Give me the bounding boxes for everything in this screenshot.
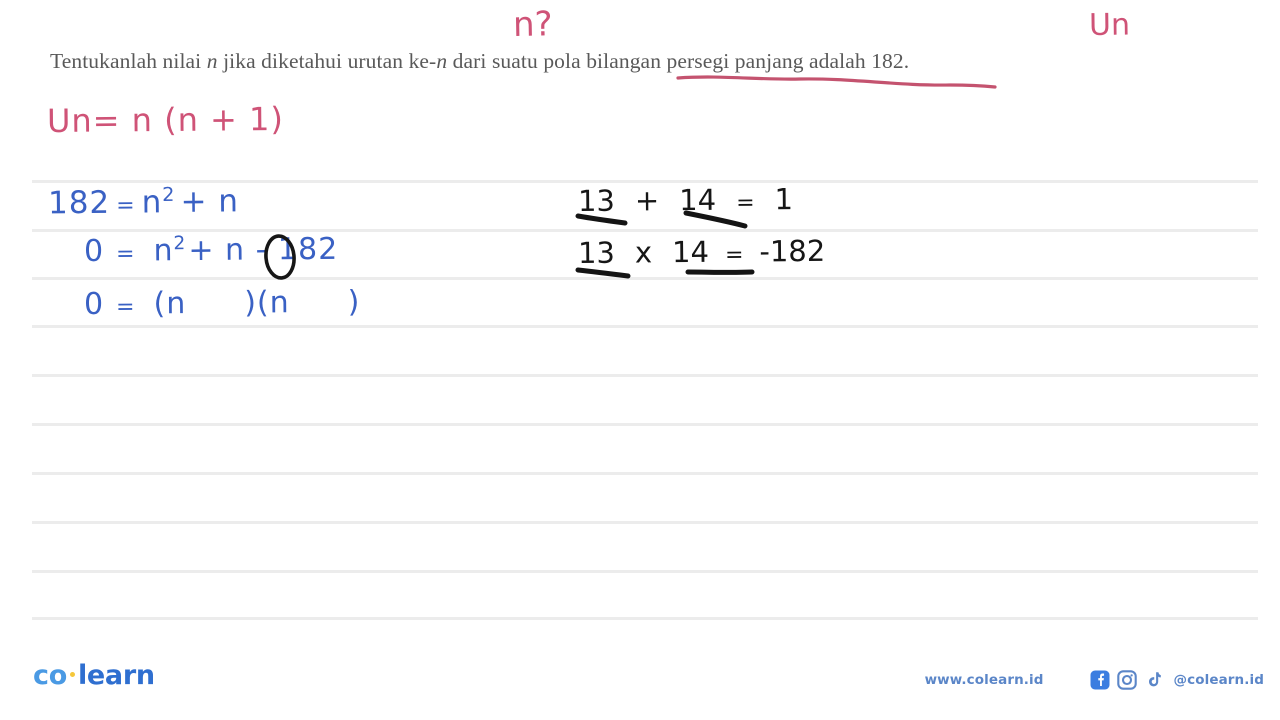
logo-text-co: co: [33, 660, 67, 691]
work-line-2: 0 = n2+ n - 182: [84, 232, 339, 269]
sum-operand-b: 14: [679, 182, 717, 218]
product-operand-b: 14: [671, 234, 710, 270]
work-line-2-lead: 0: [83, 233, 105, 269]
colearn-logo: co learn: [33, 662, 155, 689]
notebook-rule-line: [32, 521, 1258, 524]
question-variable-n-1: n: [206, 49, 218, 73]
work-line-2-equals: =: [116, 241, 136, 267]
work-line-2-rhs-tail: + n - 182: [188, 231, 339, 269]
work-line-1: 182 = n2 + n: [48, 182, 239, 221]
annotation-un-label: Un: [1088, 7, 1131, 43]
notebook-rule-line: [32, 617, 1258, 620]
notebook-rule-line: [32, 472, 1258, 475]
notebook-rule-line: [32, 277, 1258, 280]
sum-result: 1: [774, 182, 794, 217]
work-line-3-factor-1-close: ): [244, 285, 258, 321]
work-line-1-rhs-exponent: 2: [162, 182, 175, 207]
question-part-1: Tentukanlah nilai: [50, 49, 207, 73]
question-underline: [676, 75, 997, 89]
sum-operand-a: 13: [577, 183, 616, 218]
footer-website-url[interactable]: www.colearn.id: [925, 672, 1044, 688]
notebook-rule-line: [32, 570, 1258, 573]
facebook-icon[interactable]: [1090, 670, 1110, 690]
logo-dot-icon: [69, 672, 75, 677]
work-line-1-equals: =: [116, 193, 136, 219]
tiktok-icon[interactable]: [1144, 670, 1164, 690]
work-line-3-equals: =: [116, 294, 136, 320]
work-line-2-rhs-exponent: 2: [173, 233, 186, 255]
work-line-3-blank-1: [186, 313, 244, 314]
question-part-2: jika diketahui urutan ke-: [217, 49, 437, 73]
notebook-rule-line: [32, 374, 1258, 377]
work-line-3-blank-2: [290, 312, 348, 313]
sum-equals: =: [736, 190, 755, 216]
work-right-line-sum: 13 +14 = 1: [578, 182, 793, 218]
work-line-3-factor-1-open: (n: [153, 286, 187, 322]
sum-operator: +: [634, 183, 660, 218]
work-line-3-factor-2-close: ): [347, 284, 361, 320]
notebook-rule-line: [32, 325, 1258, 328]
notebook-rule-line: [32, 229, 1258, 232]
footer-social-handle[interactable]: @colearn.id: [1174, 672, 1264, 688]
work-line-2-rhs-base: n: [153, 233, 174, 269]
instagram-icon[interactable]: [1116, 670, 1137, 690]
product-a-underline: [575, 267, 631, 279]
work-line-1-rhs-base: n: [141, 184, 163, 221]
work-right-line-product: 13 x 14 = -182: [578, 234, 826, 270]
logo-text-learn: learn: [77, 660, 155, 691]
work-line-1-rhs-tail: + n: [180, 183, 240, 221]
product-result: -182: [759, 233, 826, 269]
question-part-3: dari suatu pola bilangan persegi panjang…: [447, 49, 910, 73]
work-line-3-factor-2-open: (n: [256, 285, 290, 321]
product-equals: =: [724, 242, 744, 268]
product-operand-a: 13: [577, 235, 616, 270]
question-text: Tentukanlah nilai n jika diketahui uruta…: [50, 48, 1160, 74]
work-line-3-lead: 0: [83, 286, 105, 322]
annotation-formula-un: Un= n (n + 1): [46, 99, 285, 140]
annotation-n-question: n?: [512, 4, 553, 45]
product-operator: x: [634, 235, 653, 270]
footer-links: www.colearn.id @colearn.id: [925, 670, 1264, 690]
question-variable-n-2: n: [436, 49, 448, 73]
work-line-1-lead: 182: [47, 184, 111, 222]
work-line-3: 0 = (n)(n): [84, 285, 361, 322]
notebook-rule-line: [32, 423, 1258, 426]
